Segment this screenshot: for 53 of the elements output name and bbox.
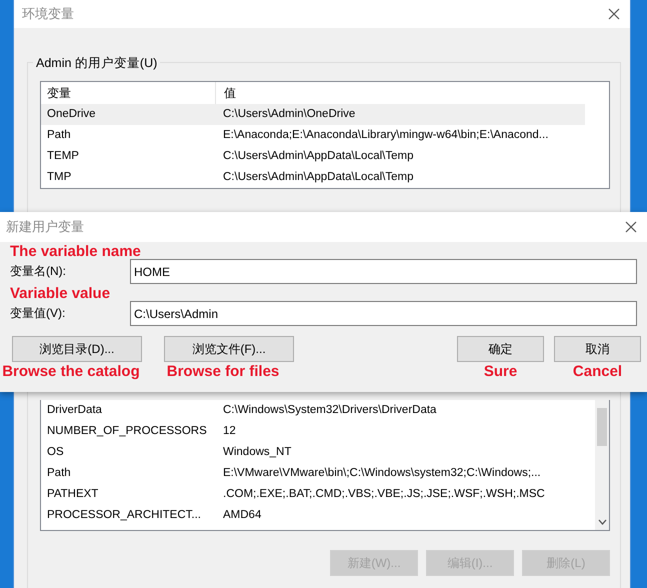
variable-name: TEMP [46, 149, 80, 164]
scroll-thumb[interactable] [597, 408, 607, 446]
variable-name: NUMBER_OF_PROCESSORS [46, 424, 208, 439]
variable-value: E:\VMware\VMware\bin\;C:\Windows\system32;C:\Windows;... [222, 466, 542, 481]
list-row[interactable]: NUMBER_OF_PROCESSORS 12 [41, 421, 595, 442]
variable-value: AMD64 [222, 508, 262, 523]
variable-name: TMP [46, 170, 72, 185]
variable-name: DriverData [46, 403, 103, 418]
field-label: 变量值(V): [10, 305, 66, 322]
list-row[interactable]: PATHEXT .COM;.EXE;.BAT;.CMD;.VBS;.VBE;.JS;.JSE;.WSF;.WSH;.MSC [41, 484, 595, 505]
group-label: Admin 的用户变量(U) [33, 55, 160, 72]
variable-name: Path [46, 128, 72, 143]
list-row[interactable]: DriverData C:\Windows\System32\Drivers\DriverData [41, 400, 595, 421]
button[interactable]: 确定 [457, 336, 544, 362]
annotation: Sure [484, 364, 518, 379]
variable-value: Windows_NT [222, 445, 292, 460]
variable-value: C:\Users\Admin\AppData\Local\Temp [222, 149, 414, 164]
variable-name: Path [46, 466, 72, 481]
input-field[interactable]: C:\Users\Admin [130, 301, 637, 326]
column-header[interactable]: 值 [216, 82, 585, 104]
variable-value: E:\Anaconda;E:\Anaconda\Library\mingw-w64\bin;E:\Anacond... [222, 128, 550, 143]
annotation: Variable value [10, 286, 112, 301]
list-row[interactable]: OneDrive C:\Users\Admin\OneDrive [41, 104, 585, 125]
list-row[interactable]: Path E:\Anaconda;E:\Anaconda\Library\mingw-w64\bin;E:\Anacond... [41, 125, 585, 146]
variable-value: C:\Users\Admin\OneDrive [222, 107, 356, 122]
scroll-down-icon[interactable] [598, 519, 607, 525]
variable-name: OS [46, 445, 65, 460]
window-title: 环境变量 [22, 5, 74, 23]
scrollbar[interactable] [595, 400, 609, 530]
close-icon[interactable] [608, 8, 620, 20]
button[interactable]: 浏览目录(D)... [12, 336, 142, 362]
button[interactable]: 取消 [554, 336, 641, 362]
variable-name: PATHEXT [46, 487, 100, 502]
annotation: Browse for files [166, 364, 280, 379]
list-row[interactable]: OS Windows_NT [41, 442, 595, 463]
annotation: The variable name [10, 244, 142, 259]
input-field[interactable]: HOME [130, 259, 637, 284]
variable-value: C:\Windows\System32\Drivers\DriverData [222, 403, 438, 418]
variable-name: OneDrive [46, 107, 97, 122]
variable-value: .COM;.EXE;.BAT;.CMD;.VBS;.VBE;.JS;.JSE;.WSF;.WSH;.MSC [222, 487, 546, 502]
variable-name: PROCESSOR_ARCHITECT... [46, 508, 202, 523]
field-label: 变量名(N): [10, 263, 67, 280]
annotation: Cancel [572, 364, 622, 379]
close-icon[interactable] [625, 221, 637, 233]
list-row[interactable]: TEMP C:\Users\Admin\AppData\Local\Temp [41, 146, 585, 167]
button[interactable]: 浏览文件(F)... [164, 336, 294, 362]
annotation: Browse the catalog [2, 364, 140, 379]
list-row[interactable]: PROCESSOR_ARCHITECT... AMD64 [41, 505, 595, 526]
variable-value: C:\Users\Admin\AppData\Local\Temp [222, 170, 414, 185]
list-row[interactable]: Path E:\VMware\VMware\bin\;C:\Windows\system32;C:\Windows;... [41, 463, 595, 484]
variable-value: 12 [222, 424, 237, 439]
dialog-title: 新建用户变量 [6, 218, 84, 236]
list-row[interactable]: TMP C:\Users\Admin\AppData\Local\Temp [41, 167, 585, 188]
